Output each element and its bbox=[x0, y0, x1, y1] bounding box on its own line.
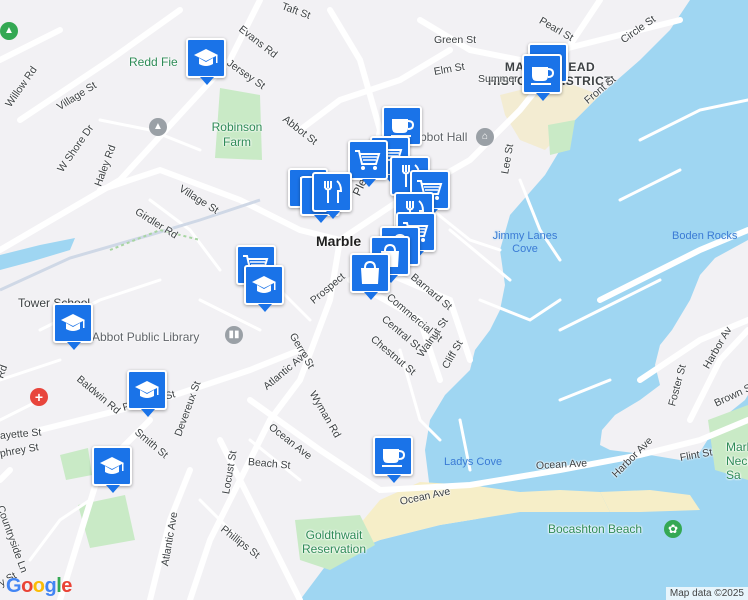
redd-field-label: Redd Fie bbox=[129, 55, 178, 69]
park-flower-icon[interactable]: ✿ bbox=[664, 520, 682, 538]
map-marker-shop-center-3[interactable] bbox=[350, 253, 390, 300]
map-marker-cafe-district-2[interactable] bbox=[522, 54, 562, 101]
school-grey-icon[interactable]: ▲ bbox=[149, 118, 167, 136]
place-name-marble: Marble bbox=[316, 233, 362, 249]
map-canvas[interactable]: Evans Rd Taft St Pearl St Circle St Gree… bbox=[0, 0, 748, 600]
library-icon[interactable]: ▮▮ bbox=[225, 326, 243, 344]
park-tree-icon[interactable]: ▲ bbox=[0, 22, 18, 40]
hospital-icon[interactable]: + bbox=[30, 388, 48, 406]
map-marker-restaurant-center-3[interactable] bbox=[312, 172, 352, 219]
map-base bbox=[0, 0, 748, 600]
ladys-cove-label: Ladys Cove bbox=[444, 456, 503, 468]
summer-st-label: Summer bbox=[478, 73, 518, 85]
green-st-label: Green St bbox=[434, 34, 477, 46]
jimmy-lanes-cove-label: Jimmy Lanes Cove bbox=[492, 230, 558, 255]
map-marker-grocery-pleasant-2[interactable] bbox=[348, 140, 388, 187]
map-marker-cafe-ocean-ave[interactable] bbox=[373, 436, 413, 483]
abbot-public-library-label: Abbot Public Library bbox=[92, 330, 200, 344]
robinson-farm-label: Robinson Farm bbox=[211, 120, 263, 149]
bocashton-beach-label: Bocashton Beach bbox=[548, 522, 643, 536]
boden-rocks-label: Boden Rocks bbox=[672, 230, 738, 242]
marblehead-neck-label: Marb Neck Sa bbox=[726, 440, 748, 482]
map-attribution[interactable]: Map data ©2025 bbox=[665, 587, 748, 600]
abbot-hall-icon[interactable]: ⌂ bbox=[476, 128, 494, 146]
field-small bbox=[60, 448, 92, 480]
map-marker-school-pleasant[interactable] bbox=[127, 370, 167, 417]
google-logo: Google bbox=[6, 575, 72, 597]
map-marker-school-prospect[interactable] bbox=[244, 265, 284, 312]
goldthwait-label: Goldthwait Reservation bbox=[301, 528, 367, 556]
map-marker-school-redd[interactable] bbox=[186, 38, 226, 85]
map-marker-school-tower[interactable] bbox=[53, 303, 93, 350]
map-marker-school-humphrey[interactable] bbox=[92, 446, 132, 493]
